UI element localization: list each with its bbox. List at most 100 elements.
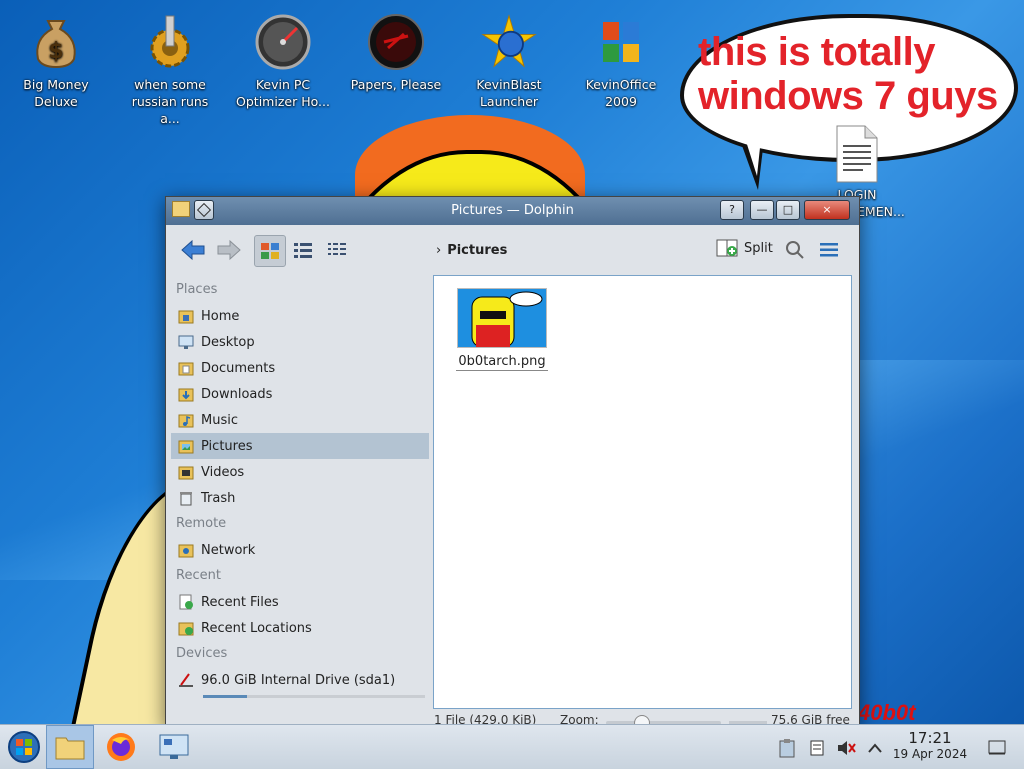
sidebar-item-label: Network <box>201 542 256 558</box>
close-button[interactable]: × <box>804 200 850 220</box>
sidebar-item-trash[interactable]: Trash <box>171 485 429 511</box>
sidebar-item-internal-drive[interactable]: 96.0 GiB Internal Drive (sda1) <box>171 667 429 693</box>
desktop-icon-label: Deluxe <box>34 94 78 109</box>
search-icon <box>786 241 804 259</box>
sidebar-item-label: Music <box>201 412 238 428</box>
maximize-button[interactable]: □ <box>776 200 800 220</box>
music-folder-icon <box>177 411 195 429</box>
hamburger-menu-button[interactable] <box>814 235 844 265</box>
desktop-icon-label: Papers, Please <box>350 77 442 92</box>
split-button[interactable]: Split <box>716 239 773 257</box>
search-button[interactable] <box>780 235 810 265</box>
office-icon <box>593 14 649 70</box>
split-label: Split <box>744 240 773 256</box>
videos-folder-icon <box>177 463 195 481</box>
papers-please-icon <box>368 14 424 70</box>
sidebar-item-recent-files[interactable]: Recent Files <box>171 589 429 615</box>
sidebar-item-label: Documents <box>201 360 276 376</box>
sidebar-item-label: 96.0 GiB Internal Drive (sda1) <box>201 672 396 688</box>
compact-view-button[interactable] <box>288 235 318 265</box>
desktop-icon <box>177 333 195 351</box>
icons-view-icon <box>261 243 279 259</box>
system-settings-icon <box>159 734 189 759</box>
sidebar-item-label: Pictures <box>201 438 253 454</box>
minimize-button[interactable]: — <box>750 200 774 220</box>
help-button[interactable]: ? <box>720 200 744 220</box>
desktop-icon-label: when some <box>134 77 206 92</box>
desktop-icon-russian[interactable]: when some russian runs a... <box>120 6 220 127</box>
breadcrumb-item-pictures[interactable]: Pictures <box>447 243 507 258</box>
desktop-icon-label: Optimizer Ho... <box>236 94 330 109</box>
details-view-button[interactable] <box>322 235 352 265</box>
sidebar-item-label: Videos <box>201 464 245 480</box>
sidebar-item-downloads[interactable]: Downloads <box>171 381 429 407</box>
desktop-icon-label: KevinBlast <box>476 77 542 92</box>
downloads-folder-icon <box>177 385 195 403</box>
taskbar-firefox[interactable] <box>97 725 145 769</box>
launcher-icon <box>481 14 537 70</box>
sidebar-item-pictures[interactable]: Pictures <box>171 433 429 459</box>
gauge-icon <box>255 14 311 70</box>
sidebar-item-home[interactable]: Home <box>171 303 429 329</box>
taskbar: 17:21 19 Apr 2024 <box>0 724 1024 769</box>
notes-tray-icon[interactable] <box>806 737 828 759</box>
desktop-icon-kevinblast[interactable]: KevinBlast Launcher <box>459 6 559 110</box>
hamburger-menu-icon <box>820 243 838 257</box>
file-view[interactable]: 0b0tarch.png <box>433 275 852 709</box>
desktop-icon-label: Big Money <box>23 77 89 92</box>
desktop-icon-label: Launcher <box>479 94 539 109</box>
dolphin-icon <box>55 737 85 760</box>
drive-icon <box>177 671 195 689</box>
start-button[interactable] <box>0 725 48 769</box>
show-desktop-button[interactable] <box>986 737 1008 759</box>
recent-locations-icon <box>177 619 195 637</box>
file-item[interactable]: 0b0tarch.png <box>454 288 550 371</box>
text-file-icon <box>829 125 885 183</box>
sidebar-item-music[interactable]: Music <box>171 407 429 433</box>
back-button[interactable] <box>178 235 208 265</box>
details-view-icon <box>328 243 346 255</box>
window-titlebar[interactable]: Pictures — Dolphin ? — □ × <box>166 197 859 225</box>
drive-usage-fill <box>203 695 248 698</box>
remote-section-header: Remote <box>176 516 227 531</box>
taskbar-dolphin[interactable] <box>46 725 94 769</box>
desktop-icon-kevin-pc-optimizer[interactable]: Kevin PC Optimizer Ho... <box>233 6 333 110</box>
money-bag-icon: $ <box>28 14 84 70</box>
places-panel: Places Home Desktop Documents Downloads … <box>171 277 429 717</box>
icons-view-button[interactable] <box>254 235 286 267</box>
trash-icon <box>177 489 195 507</box>
sidebar-item-videos[interactable]: Videos <box>171 459 429 485</box>
speech-bubble-tail-inner <box>745 138 761 176</box>
desktop-icon-kevinoffice[interactable]: KevinOffice 2009 <box>571 6 671 110</box>
places-section-header: Places <box>176 282 218 297</box>
sidebar-item-label: Desktop <box>201 334 255 350</box>
arrow-left-icon <box>181 239 205 261</box>
chevron-right-icon: › <box>436 243 442 258</box>
image-thumbnail <box>457 288 547 348</box>
devices-section-header: Devices <box>176 646 228 661</box>
desktop-icon-big-money-deluxe[interactable]: $ Big Money Deluxe <box>6 6 106 110</box>
arrow-right-icon <box>217 239 241 261</box>
drive-usage-bar <box>203 695 425 698</box>
clock[interactable]: 17:21 19 Apr 2024 <box>890 729 970 761</box>
clipboard-tray-icon[interactable] <box>776 737 798 759</box>
chevron-up-icon[interactable] <box>864 737 886 759</box>
svg-text:$: $ <box>48 39 63 64</box>
desktop-icon-label: 2009 <box>605 94 637 109</box>
sidebar-item-desktop[interactable]: Desktop <box>171 329 429 355</box>
sidebar-item-network[interactable]: Network <box>171 537 429 563</box>
desktop-icon-papers-please[interactable]: Papers, Please <box>346 6 446 93</box>
gear-icon <box>142 14 198 70</box>
forward-button[interactable] <box>214 235 244 265</box>
sidebar-item-documents[interactable]: Documents <box>171 355 429 381</box>
recent-section-header: Recent <box>176 568 221 583</box>
firefox-icon <box>107 733 135 761</box>
start-orb-icon <box>8 731 40 763</box>
wallpaper-signature: 40b0t <box>858 700 916 725</box>
taskbar-system-settings[interactable] <box>150 725 198 769</box>
volume-muted-icon[interactable] <box>835 737 857 759</box>
sidebar-item-recent-locations[interactable]: Recent Locations <box>171 615 429 641</box>
speech-bubble-line: this is totally <box>698 30 936 74</box>
breadcrumb[interactable]: › Pictures <box>436 243 507 258</box>
toolbar: › Pictures Split <box>166 225 859 275</box>
